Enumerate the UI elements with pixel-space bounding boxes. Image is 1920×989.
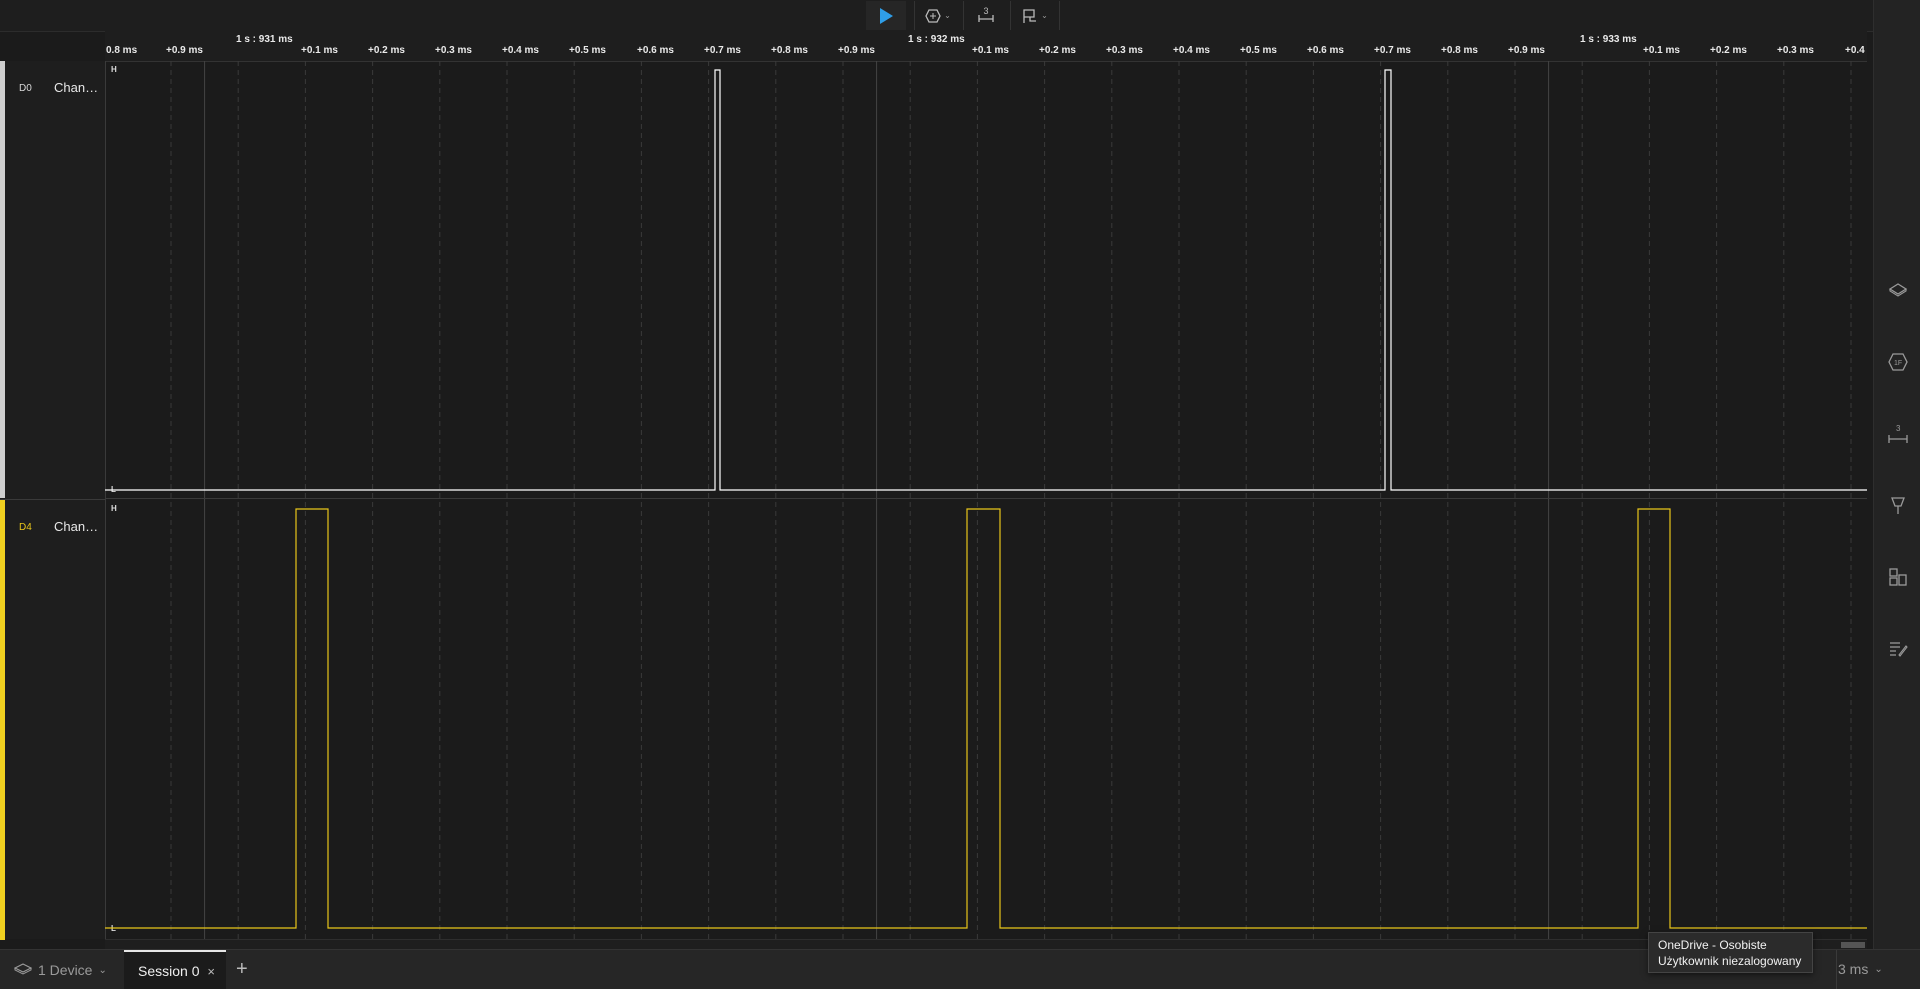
ruler-tick-label: +0.3 ms [1777, 45, 1814, 56]
channel-row-d4[interactable]: D4 Chan… [0, 499, 105, 940]
ruler-tick-label: +0.7 ms [1374, 45, 1411, 56]
ruler-major-label: 1 s : 933 ms [1580, 34, 1637, 45]
divider [1836, 950, 1837, 989]
svg-text:1F: 1F [1894, 360, 1902, 367]
markers-dropdown-button[interactable]: ⌄ [1010, 1, 1060, 30]
channel-name[interactable]: Chan… [54, 80, 98, 95]
d4-signal-trace [105, 508, 1867, 929]
capture-duration-button[interactable]: 3 ms ⌄ [1838, 961, 1883, 977]
ruler-tick-label: +0.3 ms [435, 45, 472, 56]
notes-icon[interactable] [1886, 637, 1910, 661]
start-capture-button[interactable] [866, 1, 906, 30]
device-icon[interactable] [1886, 277, 1910, 301]
d4-high-label: H [111, 504, 117, 513]
ruler-tick-label: +0.1 ms [301, 45, 338, 56]
right-sidebar: 1F 3 [1873, 0, 1920, 949]
timing-measure-icon[interactable]: 3 [1886, 422, 1910, 446]
channel-id: D0 [19, 83, 32, 94]
channel-color-bar [0, 61, 5, 498]
ruler-tick-label: +0.4 ms [1845, 45, 1867, 56]
ruler-tick-label: +0.2 ms [1039, 45, 1076, 56]
play-icon [878, 7, 894, 25]
ruler-tick-label: +0.1 ms [972, 45, 1009, 56]
ruler-tick-label: +0.9 ms [838, 45, 875, 56]
device-icon [13, 962, 33, 979]
add-session-button[interactable]: + [236, 958, 248, 981]
analyzer-icon[interactable]: 1F [1886, 350, 1910, 374]
layout-icon[interactable] [1886, 565, 1910, 589]
ruler-tick-label: +0.6 ms [637, 45, 674, 56]
d0-high-label: H [111, 65, 117, 74]
waveform-canvas: H L H L [105, 61, 1867, 939]
ruler-tick-label: +0.9 ms [1508, 45, 1545, 56]
ruler-major-label: 1 s : 932 ms [908, 34, 965, 45]
marker-flag-icon [1022, 8, 1038, 24]
ruler-tick-label: 0.8 ms [106, 45, 138, 56]
ruler-tick-label: +0.9 ms [166, 45, 203, 56]
scrollbar-thumb[interactable] [1841, 942, 1865, 948]
svg-text:3: 3 [1896, 424, 1901, 433]
channel-label-column: D0 Chan… D4 Chan… [0, 61, 106, 940]
ruler-tick-label: +0.4 ms [502, 45, 539, 56]
ruler-tick-label: +0.5 ms [569, 45, 606, 56]
logic-analyzer-app: ⌄ 3 ⌄ 0.8 ms +0.9 ms +0.1 ms +0.2 ms +0.3 ms… [0, 0, 1920, 989]
device-label: 1 Device [38, 962, 93, 978]
extension-icon[interactable] [1886, 494, 1910, 518]
channel-id: D4 [19, 522, 32, 533]
ruler-tick-label: +0.8 ms [1441, 45, 1478, 56]
device-selector-button[interactable]: 1 Device ⌄ [13, 961, 107, 979]
chevron-down-icon: ⌄ [944, 11, 951, 20]
ruler-tick-label: +0.4 ms [1173, 45, 1210, 56]
channel-name[interactable]: Chan… [54, 519, 98, 534]
ruler-tick-label: +0.3 ms [1106, 45, 1143, 56]
trigger-dropdown-button[interactable]: ⌄ [914, 1, 961, 30]
measure-button[interactable]: 3 [963, 1, 1008, 30]
close-icon[interactable]: × [207, 964, 215, 979]
measure-badge: 3 [983, 6, 989, 16]
ruler-tick-label: +0.2 ms [368, 45, 405, 56]
trigger-icon [925, 8, 941, 23]
ruler-tick-label: +0.1 ms [1643, 45, 1680, 56]
chevron-down-icon: ⌄ [1874, 963, 1883, 975]
chevron-down-icon: ⌄ [98, 964, 107, 976]
waveform-area[interactable]: H L H L [105, 61, 1867, 939]
bottom-bar: 1 Device ⌄ Session 0 × + 3 ms ⌄ [0, 949, 1920, 989]
top-toolbar: ⌄ 3 ⌄ [0, 0, 1873, 32]
session-label: Session 0 [138, 963, 200, 979]
ruler-tick-label: +0.6 ms [1307, 45, 1344, 56]
time-ruler[interactable]: 0.8 ms +0.9 ms +0.1 ms +0.2 ms +0.3 ms +0.4 m… [105, 31, 1867, 62]
ruler-tick-label: +0.8 ms [771, 45, 808, 56]
d0-signal-trace [105, 69, 1867, 491]
onedrive-tooltip: OneDrive - Osobiste Użytkownik niezalogo… [1648, 932, 1813, 973]
ruler-tick-label: +0.2 ms [1710, 45, 1747, 56]
tooltip-line-2: Użytkownik niezalogowany [1658, 954, 1802, 968]
ruler-tick-label: +0.5 ms [1240, 45, 1277, 56]
ruler-tick-label: +0.7 ms [704, 45, 741, 56]
tooltip-line-1: OneDrive - Osobiste [1658, 938, 1767, 952]
channel-color-bar [0, 500, 5, 940]
ruler-major-label: 1 s : 931 ms [236, 34, 293, 45]
chevron-down-icon: ⌄ [1041, 11, 1048, 20]
channel-row-d0[interactable]: D0 Chan… [0, 61, 105, 498]
session-tab[interactable]: Session 0 × [124, 950, 226, 989]
capture-duration-label: 3 ms [1838, 961, 1869, 977]
